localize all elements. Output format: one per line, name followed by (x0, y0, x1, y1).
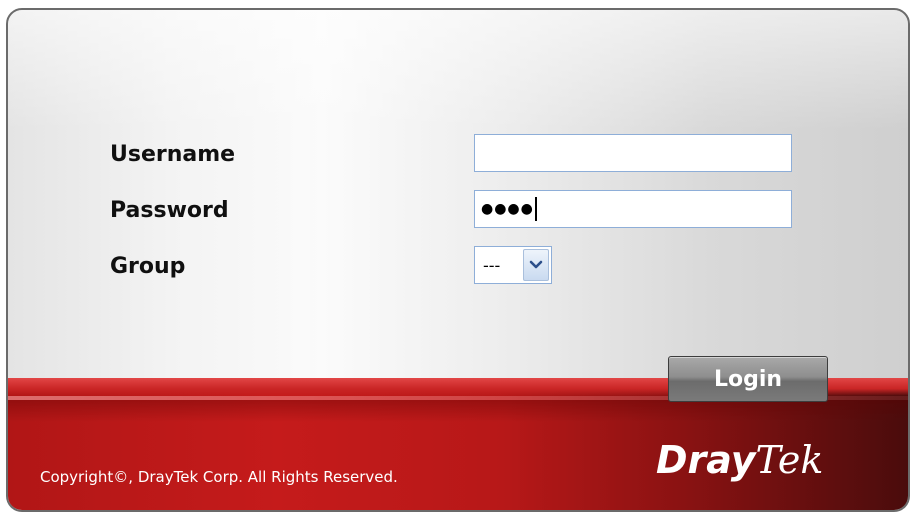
footer-band-shade (8, 400, 908, 422)
draytek-logo: DrayTek (656, 438, 823, 482)
group-label: Group (110, 254, 186, 279)
text-cursor (534, 197, 537, 221)
password-label: Password (110, 198, 229, 223)
group-select-value: --- (483, 255, 501, 275)
logo-dray: Dray (656, 438, 756, 482)
login-panel: Username Password ●●●● Group --- Login C… (6, 8, 910, 512)
group-select[interactable]: --- (474, 246, 552, 284)
username-label: Username (110, 142, 236, 167)
chevron-down-icon[interactable] (523, 249, 549, 281)
password-mask: ●●●● (481, 201, 534, 217)
logo-tek: Tek (755, 438, 824, 482)
login-button[interactable]: Login (668, 356, 828, 402)
username-input[interactable] (474, 134, 792, 172)
panel-gloss (8, 10, 908, 130)
password-input[interactable]: ●●●● (474, 190, 792, 228)
copyright-text: Copyright©, DrayTek Corp. All Rights Res… (40, 468, 398, 486)
